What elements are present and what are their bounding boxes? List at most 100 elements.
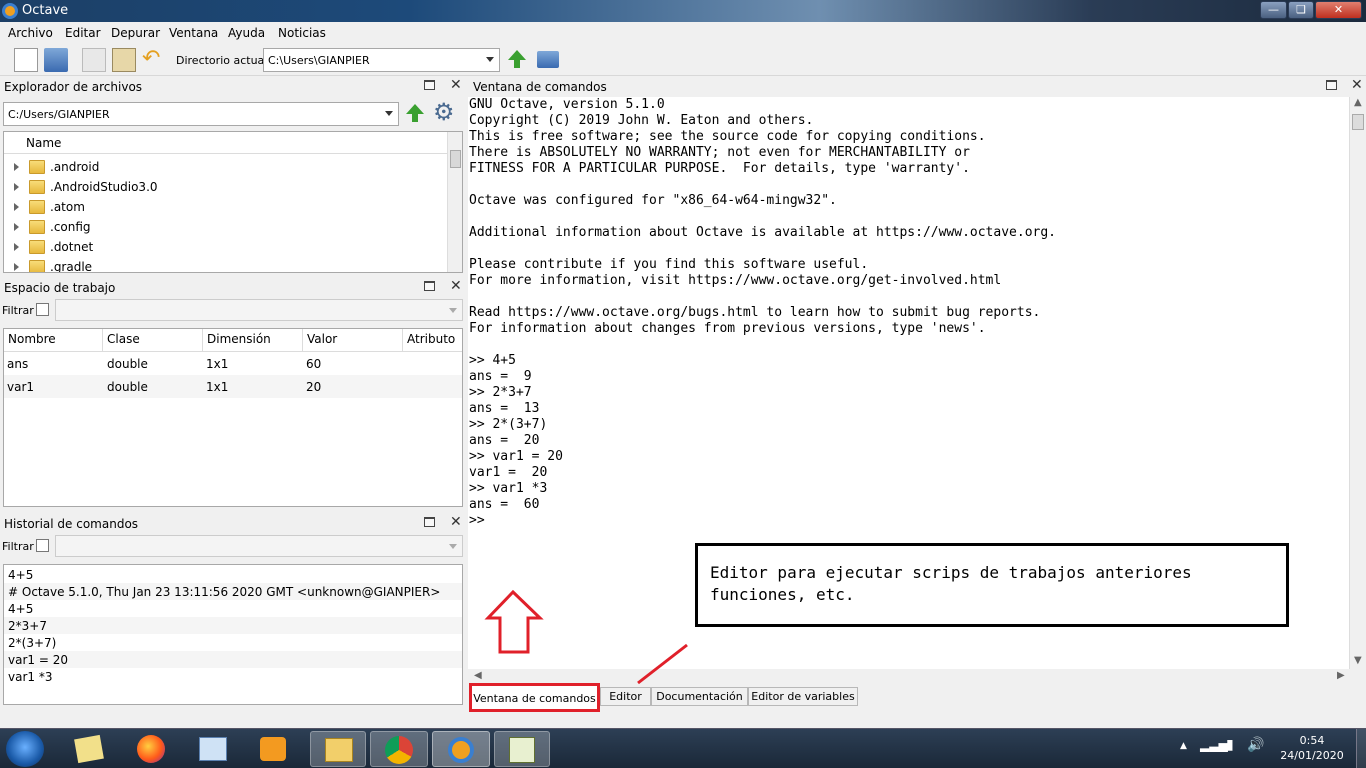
tree-item[interactable]: .AndroidStudio3.0 [4, 177, 447, 197]
taskbar-media-player-icon[interactable] [252, 731, 294, 767]
undock-icon[interactable] [424, 281, 435, 291]
history-filter-combo[interactable] [55, 535, 463, 557]
scroll-down-icon[interactable]: ▼ [1354, 655, 1362, 666]
taskbar-octave-icon[interactable] [432, 731, 490, 767]
history-filter-checkbox[interactable] [36, 539, 49, 552]
parent-dir-icon[interactable] [406, 104, 424, 114]
list-item[interactable]: # Octave 5.1.0, Thu Jan 23 13:11:56 2020… [4, 583, 462, 600]
command-window-header: Ventana de comandos ✕ [468, 77, 1366, 97]
clock[interactable]: 0:54 24/01/2020 [1274, 733, 1350, 763]
taskbar-octave-gui-icon[interactable] [494, 731, 550, 767]
show-hidden-icons-icon[interactable]: ▲ [1180, 741, 1187, 751]
paste-icon[interactable] [112, 48, 136, 72]
menu-ventana[interactable]: Ventana [169, 26, 218, 40]
tab-ventana-de-comandos[interactable]: Ventana de comandos [469, 683, 600, 712]
menu-noticias[interactable]: Noticias [278, 26, 326, 40]
file-tree[interactable]: Name ˆ .android .AndroidStudio3.0 .atom … [3, 131, 463, 273]
taskbar-explorer-icon[interactable] [310, 731, 366, 767]
history-list[interactable]: 4+5 # Octave 5.1.0, Thu Jan 23 13:11:56 … [3, 564, 463, 705]
close-icon[interactable]: ✕ [450, 278, 462, 294]
name-column-header[interactable]: Name ˆ [4, 132, 447, 154]
close-icon[interactable]: ✕ [1351, 77, 1363, 93]
minimize-button[interactable]: — [1260, 1, 1287, 19]
tab-editor-de-variables[interactable]: Editor de variables [748, 687, 858, 706]
expand-arrow-icon[interactable] [14, 263, 19, 271]
file-browser-path[interactable]: C:/Users/GIANPIER [3, 102, 399, 126]
menu-archivo[interactable]: Archivo [8, 26, 53, 40]
up-directory-icon[interactable] [508, 50, 526, 60]
console-line: >> var1 *3 [469, 481, 548, 496]
expand-arrow-icon[interactable] [14, 163, 19, 171]
battery-icon[interactable]: ▮ [1226, 737, 1234, 753]
list-item[interactable]: 4+5 [4, 566, 462, 583]
col-atributo[interactable]: Atributo [403, 329, 462, 351]
undock-icon[interactable] [424, 80, 435, 90]
undo-icon[interactable]: ↶ [142, 48, 166, 72]
list-item[interactable]: var1 = 20 [4, 651, 462, 668]
annotation-box: Editor para ejecutar scrips de trabajos … [695, 543, 1289, 627]
browse-folder-icon[interactable] [537, 51, 559, 68]
col-dimension[interactable]: Dimensión [203, 329, 303, 351]
menu-depurar[interactable]: Depurar [111, 26, 160, 40]
workspace-table[interactable]: Nombre Clase Dimensión Valor Atributo ˆ … [3, 328, 463, 507]
taskbar-control-panel-icon[interactable] [192, 731, 234, 767]
expand-arrow-icon[interactable] [14, 203, 19, 211]
scroll-up-icon[interactable]: ▲ [1354, 97, 1362, 108]
col-valor[interactable]: Valor [303, 329, 403, 351]
console-vscrollbar[interactable]: ▲ ▼ [1349, 97, 1366, 669]
tab-editor[interactable]: Editor [600, 687, 651, 706]
chevron-down-icon [486, 57, 494, 62]
scrollbar-thumb[interactable] [450, 150, 461, 168]
file-tree-scrollbar[interactable] [447, 132, 462, 272]
menu-editar[interactable]: Editar [65, 26, 101, 40]
list-item[interactable]: 2*3+7 [4, 617, 462, 634]
current-dir-combo[interactable]: C:\Users\GIANPIER [263, 48, 500, 72]
close-icon[interactable]: ✕ [450, 77, 462, 93]
new-script-icon[interactable] [14, 48, 38, 72]
file-browser-title: Explorador de archivos [4, 80, 143, 94]
show-desktop-button[interactable] [1356, 729, 1366, 768]
table-row[interactable]: var1 double 1x1 20 [4, 375, 462, 398]
console-line: ans = 9 [469, 369, 532, 384]
expand-arrow-icon[interactable] [14, 243, 19, 251]
start-button[interactable] [6, 731, 44, 767]
tree-item[interactable]: .android [4, 157, 447, 177]
folder-icon [29, 200, 45, 214]
expand-arrow-icon[interactable] [14, 183, 19, 191]
table-row[interactable]: ans double 1x1 60 [4, 352, 462, 375]
col-clase[interactable]: Clase [103, 329, 203, 351]
chevron-down-icon [449, 544, 457, 549]
tree-item[interactable]: .atom [4, 197, 447, 217]
signal-icon[interactable]: ▂▃▅ [1200, 738, 1228, 752]
copy-icon[interactable] [82, 48, 106, 72]
scrollbar-thumb[interactable] [1352, 114, 1364, 130]
undock-icon[interactable] [424, 517, 435, 527]
console-line: There is ABSOLUTELY NO WARRANTY; not eve… [469, 145, 970, 160]
volume-icon[interactable]: 🔊 [1247, 737, 1264, 753]
tree-item[interactable]: .config [4, 217, 447, 237]
console-line: >> 2*3+7 [469, 385, 532, 400]
list-item[interactable]: 2*(3+7) [4, 634, 462, 651]
menu-ayuda[interactable]: Ayuda [228, 26, 265, 40]
open-folder-icon[interactable] [44, 48, 68, 72]
taskbar-firefox-icon[interactable] [130, 731, 172, 767]
scroll-right-icon[interactable]: ▶ [1337, 670, 1345, 681]
folder-icon [29, 240, 45, 254]
undock-icon[interactable] [1326, 80, 1337, 90]
tree-item[interactable]: .dotnet [4, 237, 447, 257]
list-item[interactable]: var1 *3 [4, 668, 462, 685]
close-window-button[interactable]: ✕ [1315, 1, 1362, 19]
tab-documentacion[interactable]: Documentación [651, 687, 748, 706]
workspace-filter-combo[interactable] [55, 299, 463, 321]
taskbar-chrome-icon[interactable] [370, 731, 428, 767]
gear-icon[interactable]: ⚙ [433, 100, 455, 124]
close-icon[interactable]: ✕ [450, 514, 462, 530]
expand-arrow-icon[interactable] [14, 223, 19, 231]
list-item[interactable]: 4+5 [4, 600, 462, 617]
taskbar-notes-icon[interactable] [68, 731, 110, 767]
tree-item[interactable]: .gradle [4, 257, 447, 272]
workspace-filter-checkbox[interactable] [36, 303, 49, 316]
maximize-button[interactable]: ❑ [1288, 1, 1314, 19]
